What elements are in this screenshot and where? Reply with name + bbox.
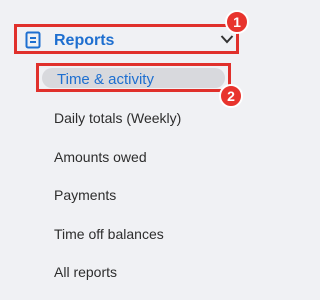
- reports-nav: Reports 1 Time & activity 2 Daily totals…: [0, 0, 253, 300]
- chevron-down-icon[interactable]: [220, 33, 234, 45]
- menu-item-time-off-balances[interactable]: Time off balances: [54, 225, 164, 243]
- menu-item-all-reports[interactable]: All reports: [54, 263, 117, 281]
- menu-item-amounts-owed[interactable]: Amounts owed: [54, 148, 147, 166]
- menu-item-payments[interactable]: Payments: [54, 186, 116, 204]
- menu-item-time-activity[interactable]: Time & activity: [36, 63, 231, 92]
- menu-item-daily-totals[interactable]: Daily totals (Weekly): [54, 109, 181, 127]
- document-icon: [25, 31, 41, 49]
- active-item-highlight: Time & activity: [42, 68, 225, 88]
- reports-section-toggle[interactable]: Reports: [14, 24, 239, 54]
- reports-label: Reports: [54, 32, 115, 49]
- menu-item-label: Time & activity: [57, 71, 154, 88]
- annotation-badge-2: 2: [219, 84, 243, 108]
- annotation-badge-1: 1: [225, 10, 249, 34]
